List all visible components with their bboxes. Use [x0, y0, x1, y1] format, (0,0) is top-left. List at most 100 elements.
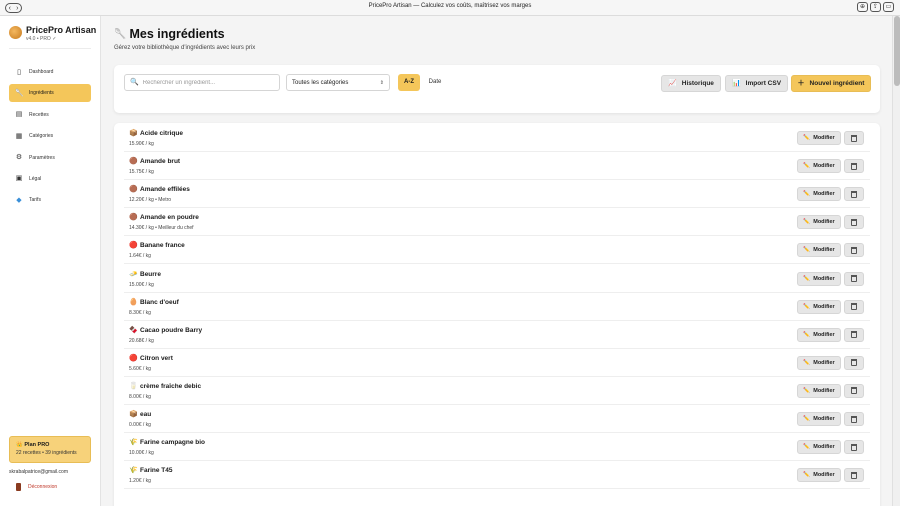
ingredient-name: 📦 eau — [129, 411, 151, 418]
gear-icon: ⚙ — [15, 154, 23, 162]
edit-label: Modifier — [813, 416, 835, 422]
delete-button[interactable] — [844, 243, 864, 258]
spoon-icon: 🥄 — [114, 28, 127, 40]
pencil-icon: ✏️ — [803, 163, 811, 170]
ingredient-price: 1.64€ / kg — [129, 253, 151, 260]
edit-label: Modifier — [813, 163, 835, 170]
edit-button[interactable]: ✏️ Modifier — [797, 355, 841, 370]
edit-button[interactable]: ✏️ Modifier — [797, 468, 841, 483]
ingredient-name-text: Acide citrique — [140, 130, 183, 137]
ingredient-name: 🟤 Amande brut — [129, 158, 180, 165]
edit-button[interactable]: ✏️ Modifier — [797, 215, 841, 230]
pencil-icon: ✏️ — [803, 416, 811, 422]
edit-label: Modifier — [813, 275, 835, 282]
pencil-icon: ✏️ — [803, 219, 811, 226]
edit-button[interactable]: ✏️ Modifier — [797, 131, 841, 145]
sidebar-item-recettes[interactable]: ▤ Recettes — [9, 106, 91, 124]
scrollbar-thumb[interactable] — [894, 16, 900, 86]
logout-button[interactable]: Déconnexion — [16, 483, 57, 491]
ingredient-name-text: Cacao poudre Barry — [140, 326, 203, 334]
list-item: 🟤 Amande en poudre 14.30€ / kg • Meilleur … — [124, 208, 870, 237]
pencil-icon: ✏️ — [803, 444, 811, 451]
edit-button[interactable]: ✏️ Modifier — [797, 243, 841, 258]
dashboard-icon: ▯ — [17, 68, 21, 76]
list-item: 🧈 Beurre 15.00€ / kg ✏️ Modifier — [124, 265, 870, 293]
sidebar-item-ingredients[interactable]: 🥄 Ingrédients — [9, 84, 91, 103]
sidebar-item-categories[interactable]: ▦ Catégories — [9, 127, 91, 145]
edit-label: Modifier — [813, 331, 835, 338]
toolbar: 🔍 Toutes les catégories ⇕ A-Z Date 📈 His… — [114, 65, 880, 113]
bar-chart-icon: 📊 — [731, 80, 741, 87]
delete-button[interactable] — [844, 468, 864, 483]
trash-icon — [851, 471, 857, 479]
sidebar-item-parametres[interactable]: ⚙ Paramètres — [9, 149, 91, 167]
delete-button[interactable] — [844, 271, 864, 286]
edit-button[interactable]: ✏️ Modifier — [797, 271, 841, 286]
ingredient-name-text: crème fraîche debic — [140, 382, 202, 390]
sort-az-button[interactable]: A-Z — [398, 74, 420, 91]
delete-button[interactable] — [844, 131, 864, 145]
ingredient-icon: 📦 — [129, 130, 138, 137]
edit-label: Modifier — [813, 219, 835, 226]
edit-button[interactable]: ✏️ Modifier — [797, 440, 841, 455]
delete-button[interactable] — [844, 327, 864, 342]
ingredient-name: 🟤 Amande en poudre — [129, 214, 199, 221]
delete-button[interactable] — [844, 215, 864, 230]
delete-button[interactable] — [844, 440, 864, 455]
ingredient-name-text: Amande effilées — [140, 186, 190, 194]
edit-button[interactable]: ✏️ Modifier — [797, 187, 841, 202]
trash-icon — [851, 331, 857, 339]
list-item: 🍫 Cacao poudre Barry 20.68€ / kg ✏️ Modifier — [124, 321, 870, 349]
ingredient-icon: 🟤 — [129, 186, 138, 194]
user-email: skrabalpatrice@gmail.com — [9, 469, 68, 475]
ingredient-price: 14.30€ / kg • Meilleur du chef — [129, 225, 194, 232]
ingredient-name: 🔴 Banane france — [129, 242, 185, 249]
delete-button[interactable] — [844, 187, 864, 202]
edit-button[interactable]: ✏️ Modifier — [797, 383, 841, 398]
delete-button[interactable] — [844, 383, 864, 398]
search-icon: 🔍 — [130, 79, 139, 86]
delete-button[interactable] — [844, 355, 864, 370]
search-box[interactable]: 🔍 — [124, 74, 280, 91]
ingredient-price: 10.00€ / kg — [129, 450, 154, 457]
sidebar-item-label: Tarifs — [29, 197, 41, 204]
edit-label: Modifier — [813, 135, 835, 141]
tabs-icon[interactable]: ▭ — [883, 2, 894, 12]
ingredient-name-text: Blanc d'oeuf — [140, 298, 179, 306]
plan-card[interactable]: 👑 Plan PRO 22 recettes • 39 ingrédients — [9, 436, 91, 463]
scrollbar[interactable] — [892, 16, 900, 506]
new-ingredient-button[interactable]: ＋ Nouvel ingrédient — [791, 75, 871, 92]
edit-button[interactable]: ✏️ Modifier — [797, 159, 841, 174]
sidebar-item-dashboard[interactable]: ▯ Dashboard — [9, 63, 91, 81]
delete-button[interactable] — [844, 412, 864, 426]
import-csv-button[interactable]: 📊 Import CSV — [725, 75, 788, 92]
search-input[interactable] — [142, 79, 273, 86]
folder-icon: ▦ — [15, 132, 23, 140]
ingredient-name: 📦 Acide citrique — [129, 130, 183, 137]
delete-button[interactable] — [844, 159, 864, 174]
edit-button[interactable]: ✏️ Modifier — [797, 412, 841, 426]
pencil-icon: ✏️ — [803, 191, 811, 198]
ingredient-price: 20.68€ / kg — [129, 337, 154, 344]
ingredient-icon: 🥚 — [129, 298, 138, 306]
share-icon[interactable]: ⇪ — [870, 2, 881, 12]
sidebar-item-legal[interactable]: ▣ Légal — [9, 170, 91, 188]
category-select[interactable]: Toutes les catégories ⇕ — [286, 74, 390, 91]
edit-button[interactable]: ✏️ Modifier — [797, 327, 841, 342]
download-icon[interactable]: ⊕ — [857, 2, 868, 12]
sort-date-button[interactable]: Date — [425, 74, 445, 91]
ingredient-name-text: Amande en poudre — [140, 214, 199, 222]
document-icon: ▣ — [15, 175, 23, 183]
edit-button[interactable]: ✏️ Modifier — [797, 299, 841, 314]
category-select-value: Toutes les catégories — [292, 79, 349, 86]
brand[interactable]: PricePro Artisan v4.0 • PRO ✓ — [9, 25, 96, 42]
ingredient-name: 🟤 Amande effilées — [129, 186, 190, 193]
title-bar: ‹ › PricePro Artisan — Calculez vos coût… — [0, 0, 900, 16]
ingredient-price: 1.20€ / kg — [129, 478, 151, 485]
window-title: PricePro Artisan — Calculez vos coûts, m… — [368, 3, 532, 9]
pencil-icon: ✏️ — [803, 135, 811, 141]
sidebar-item-tarifs[interactable]: ◆ Tarifs — [9, 191, 91, 209]
ingredient-icon: 📦 — [129, 411, 138, 418]
delete-button[interactable] — [844, 299, 864, 314]
history-button[interactable]: 📈 Historique — [661, 75, 721, 92]
